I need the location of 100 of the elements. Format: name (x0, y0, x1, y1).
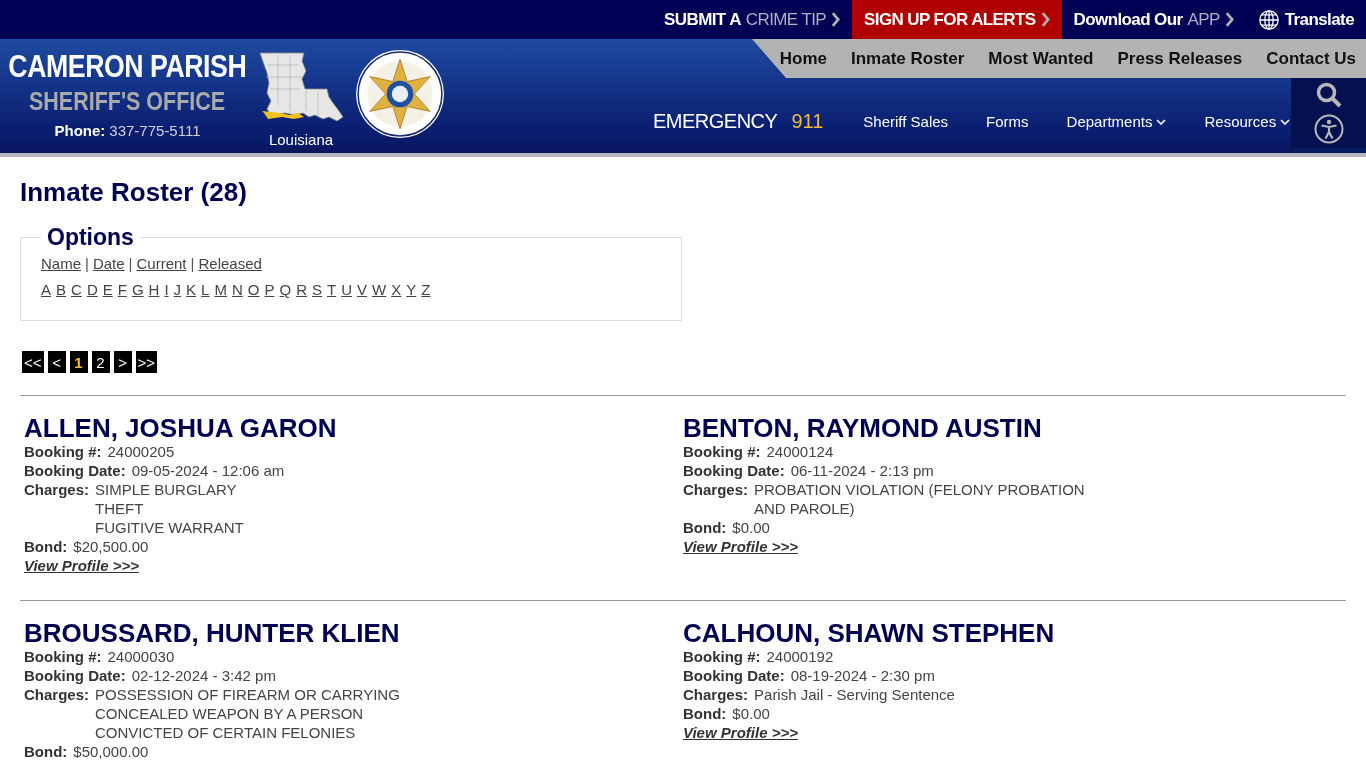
letter-link[interactable]: Q (279, 281, 292, 298)
page-button[interactable]: << (22, 351, 44, 373)
phone-label: Phone: (54, 122, 106, 139)
chevron-icon (831, 12, 841, 27)
field-label: Booking #: (24, 647, 102, 666)
caret-icon (1156, 118, 1167, 125)
nav-link[interactable]: Home (779, 48, 827, 69)
state-label: Louisiana (268, 131, 334, 148)
emergency-label: EMERGENCY (653, 110, 778, 133)
view-profile-link[interactable]: View Profile >>> (683, 724, 798, 741)
nav-link[interactable]: Sheriff Sales (863, 113, 949, 130)
field-label: Bond: (683, 518, 727, 537)
translate-link[interactable]: Translate (1245, 0, 1366, 39)
top-link[interactable]: SIGN UP FOR ALERTS (852, 0, 1062, 39)
letter-link[interactable]: U (341, 281, 353, 298)
top-link[interactable]: Download Our APP (1061, 0, 1246, 39)
page-button[interactable]: > (113, 351, 132, 373)
nav-link[interactable]: Departments (1066, 113, 1167, 130)
letter-link[interactable]: L (201, 281, 210, 298)
inmate-name: BENTON, RAYMOND AUSTIN (683, 414, 1043, 442)
letter-link[interactable]: D (86, 281, 98, 298)
bond-amount: $50,000.00 (73, 742, 149, 761)
nav-link[interactable]: Inmate Roster (850, 48, 965, 69)
letter-link[interactable]: N (231, 281, 243, 298)
page-button[interactable]: 2 (91, 351, 110, 373)
letter-link[interactable]: M (214, 281, 227, 298)
letter-link[interactable]: K (186, 281, 197, 298)
bond-amount: $20,500.00 (73, 537, 149, 556)
booking-date: 02-12-2024 - 3:42 pm (131, 666, 276, 685)
letter-link[interactable]: Z (421, 281, 431, 298)
letter-link[interactable]: F (117, 281, 127, 298)
nav-link[interactable]: Resources (1204, 113, 1291, 130)
page-button[interactable]: >> (135, 351, 158, 373)
page-title: Inmate Roster (28) (20, 177, 248, 208)
view-profile-link[interactable]: View Profile >>> (24, 557, 139, 574)
sheriff-seal-icon (355, 49, 445, 139)
field-label: Charges: (24, 480, 90, 500)
phone-number: 337-775-5111 (109, 122, 201, 139)
bond-amount: $0.00 (732, 518, 770, 537)
nav-link[interactable]: Most Wanted (988, 48, 1094, 69)
view-profile-link[interactable]: View Profile >>> (683, 538, 798, 555)
options-legend: Options (41, 224, 140, 251)
chevron-icon (1040, 12, 1050, 27)
separator: | (128, 255, 133, 272)
charge: PROBATION VIOLATION (FELONY PROBATION AND PAROLE) (754, 480, 1086, 518)
booking-number: 24000205 (107, 442, 175, 461)
field-label: Charges: (24, 685, 90, 705)
search-icon[interactable] (1315, 82, 1342, 108)
page-button[interactable]: < (47, 351, 66, 373)
field-label: Booking #: (24, 442, 102, 461)
field-label: Charges: (683, 480, 749, 500)
booking-date: 06-11-2024 - 2:13 pm (790, 461, 934, 480)
letter-link[interactable]: C (71, 281, 82, 298)
field-label: Bond: (683, 704, 727, 723)
field-label: Booking Date: (24, 461, 126, 480)
field-label: Booking Date: (683, 461, 785, 480)
letter-link[interactable]: H (148, 281, 160, 298)
booking-number: 24000124 (766, 442, 834, 461)
field-label: Charges: (683, 685, 749, 704)
letter-link[interactable]: V (357, 281, 368, 298)
charge: Parish Jail - Serving Sentence (754, 685, 955, 704)
inmate-name: BROUSSARD, HUNTER KLIEN (24, 619, 401, 647)
letter-link[interactable]: W (372, 281, 387, 298)
inmate-name: ALLEN, JOSHUA GARON (24, 414, 338, 442)
letter-link[interactable]: I (164, 281, 169, 298)
charge: POSSESSION OF FIREARM OR CARRYING CONCEALED WEAPON BY A PERSON CONVICTED OF CERTAIN FELONIES (95, 685, 401, 742)
nav-link[interactable]: Press Releases (1117, 48, 1243, 69)
chevron-icon (1224, 12, 1234, 27)
letter-link[interactable]: B (56, 281, 67, 298)
letter-link[interactable]: E (102, 281, 113, 298)
booking-date: 09-05-2024 - 12:06 am (131, 461, 285, 480)
page-button[interactable]: 1 (69, 351, 88, 373)
field-label: Bond: (24, 537, 68, 556)
sort-link[interactable]: Name (41, 255, 81, 272)
site-subtitle: SHERIFF'S OFFICE (29, 87, 226, 116)
field-label: Booking Date: (683, 666, 785, 685)
letter-link[interactable]: O (247, 281, 260, 298)
site-title: CAMERON PARISH (8, 49, 247, 85)
booking-date: 08-19-2024 - 2:30 pm (790, 666, 935, 685)
letter-link[interactable]: Y (406, 281, 417, 298)
nav-link[interactable]: Contact Us (1266, 48, 1356, 69)
letter-link[interactable]: P (264, 281, 275, 298)
sort-link[interactable]: Date (92, 255, 125, 272)
nav-link[interactable]: Forms (986, 113, 1029, 130)
letter-link[interactable]: G (131, 281, 144, 298)
booking-number: 24000030 (107, 647, 175, 666)
letter-link[interactable]: J (173, 281, 182, 298)
letter-link[interactable]: X (391, 281, 402, 298)
letter-link[interactable]: S (312, 281, 322, 298)
top-link[interactable]: SUBMIT A CRIME TIP (652, 0, 853, 39)
charge: SIMPLE BURGLARY (95, 480, 238, 499)
charge: FUGITIVE WARRANT (95, 518, 244, 537)
sort-link[interactable]: Current (136, 255, 187, 272)
letter-link[interactable]: A (41, 281, 51, 298)
globe-icon (1257, 8, 1280, 31)
accessibility-icon[interactable] (1313, 114, 1344, 144)
letter-link[interactable]: R (296, 281, 307, 298)
letter-link[interactable]: T (327, 281, 337, 298)
sort-link[interactable]: Released (198, 255, 262, 272)
bond-amount: $0.00 (732, 704, 770, 723)
